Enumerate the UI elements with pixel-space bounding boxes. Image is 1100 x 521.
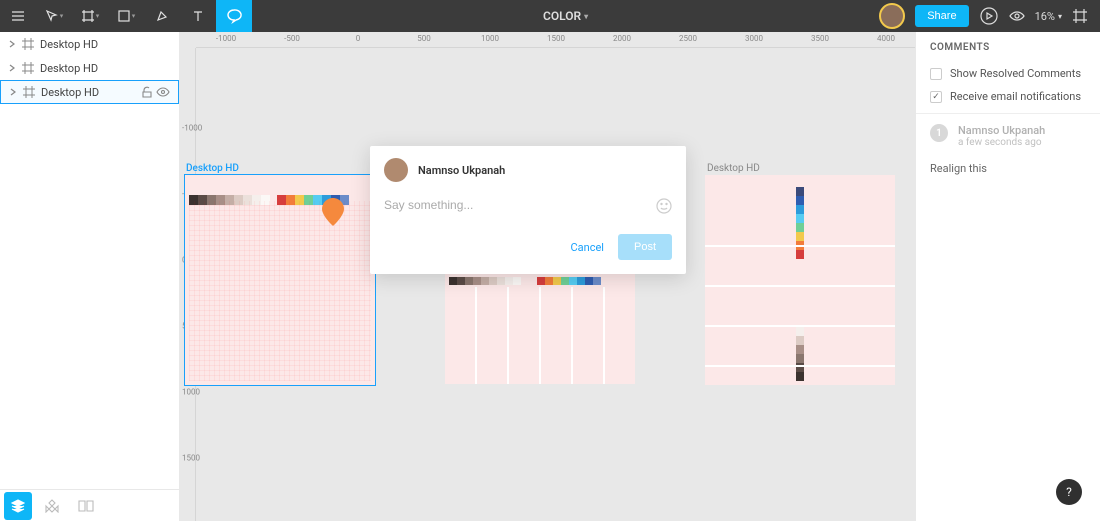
chevron-right-icon <box>9 88 17 96</box>
frame-icon <box>22 62 34 74</box>
help-button[interactable]: ? <box>1056 479 1082 505</box>
chevron-right-icon <box>8 40 16 48</box>
chevron-right-icon <box>8 64 16 72</box>
layer-name: Desktop HD <box>40 62 171 75</box>
comment-time: a few seconds ago <box>958 137 1045 148</box>
pixel-grid-icon[interactable] <box>1072 8 1088 24</box>
avatar <box>384 158 408 182</box>
artboard-label[interactable]: Desktop HD <box>186 163 239 174</box>
layer-name: Desktop HD <box>40 38 171 51</box>
canvas[interactable]: -1000 -500 0 500 1000 1500 2000 2500 300… <box>180 32 915 521</box>
artboard[interactable] <box>705 175 895 385</box>
comment-number: 1 <box>930 124 948 142</box>
comment-author: Namnso Ukpanah <box>418 164 505 177</box>
swatch-column <box>796 327 804 381</box>
layer-row[interactable]: Desktop HD <box>0 32 179 56</box>
chevron-down-icon: ▾ <box>584 12 588 21</box>
comment-author: Namnso Ukpanah <box>958 124 1045 137</box>
visibility-icon[interactable] <box>156 86 170 98</box>
layer-name: Desktop HD <box>41 86 135 99</box>
hamburger-menu[interactable] <box>0 0 36 32</box>
layers-panel: Desktop HD Desktop HD Desktop HD <box>0 32 180 489</box>
comments-panel: COMMENTS Show Resolved Comments Receive … <box>915 32 1100 521</box>
comment-item[interactable]: 1 Namnso Ukpanah a few seconds ago <box>930 124 1086 148</box>
artboard[interactable] <box>185 175 375 385</box>
frame-icon <box>23 86 35 98</box>
artboard-label[interactable]: Desktop HD <box>707 163 760 174</box>
comment-pin[interactable] <box>322 198 344 226</box>
show-resolved-toggle[interactable]: Show Resolved Comments <box>930 67 1086 80</box>
checkbox-icon <box>930 68 942 80</box>
swatch-row <box>449 277 521 285</box>
user-avatar[interactable] <box>879 3 905 29</box>
ruler-horizontal: -1000 -500 0 500 1000 1500 2000 2500 300… <box>196 32 915 48</box>
swatch-row <box>537 277 601 285</box>
document-title[interactable]: COLOR▾ <box>252 9 879 23</box>
frame-icon <box>22 38 34 50</box>
post-button[interactable]: Post <box>618 234 672 260</box>
view-icon[interactable] <box>1009 8 1025 24</box>
move-tool[interactable]: ▾ <box>36 0 72 32</box>
layer-row[interactable]: Desktop HD <box>0 80 179 104</box>
comment-tool[interactable] <box>216 0 252 32</box>
panel-title: COMMENTS <box>930 42 1086 53</box>
layer-row[interactable]: Desktop HD <box>0 56 179 80</box>
unlock-icon[interactable] <box>141 86 153 98</box>
library-tab-icon[interactable] <box>72 492 100 520</box>
comment-popup: Namnso Ukpanah Cancel Post <box>370 146 686 274</box>
text-tool[interactable] <box>180 0 216 32</box>
components-tab-icon[interactable] <box>38 492 66 520</box>
left-bottom-bar <box>0 489 180 521</box>
comment-body: Realign this <box>930 162 1086 175</box>
prototype-play-icon[interactable] <box>979 6 999 26</box>
artboard[interactable] <box>445 262 635 384</box>
swatch-column <box>796 187 804 259</box>
cancel-button[interactable]: Cancel <box>571 241 604 254</box>
grid-overlay <box>189 201 371 381</box>
top-toolbar: ▾ ▾ ▾ COLOR▾ Share 16%▾ <box>0 0 1100 32</box>
zoom-control[interactable]: 16%▾ <box>1035 10 1062 23</box>
pen-tool[interactable] <box>144 0 180 32</box>
emoji-icon[interactable] <box>656 198 672 217</box>
share-button[interactable]: Share <box>915 5 968 27</box>
email-notif-toggle[interactable]: Receive email notifications <box>930 90 1086 103</box>
layers-tab-icon[interactable] <box>4 492 32 520</box>
checkbox-checked-icon <box>930 91 942 103</box>
shape-tool[interactable]: ▾ <box>108 0 144 32</box>
comment-input[interactable] <box>384 198 672 212</box>
frame-tool[interactable]: ▾ <box>72 0 108 32</box>
